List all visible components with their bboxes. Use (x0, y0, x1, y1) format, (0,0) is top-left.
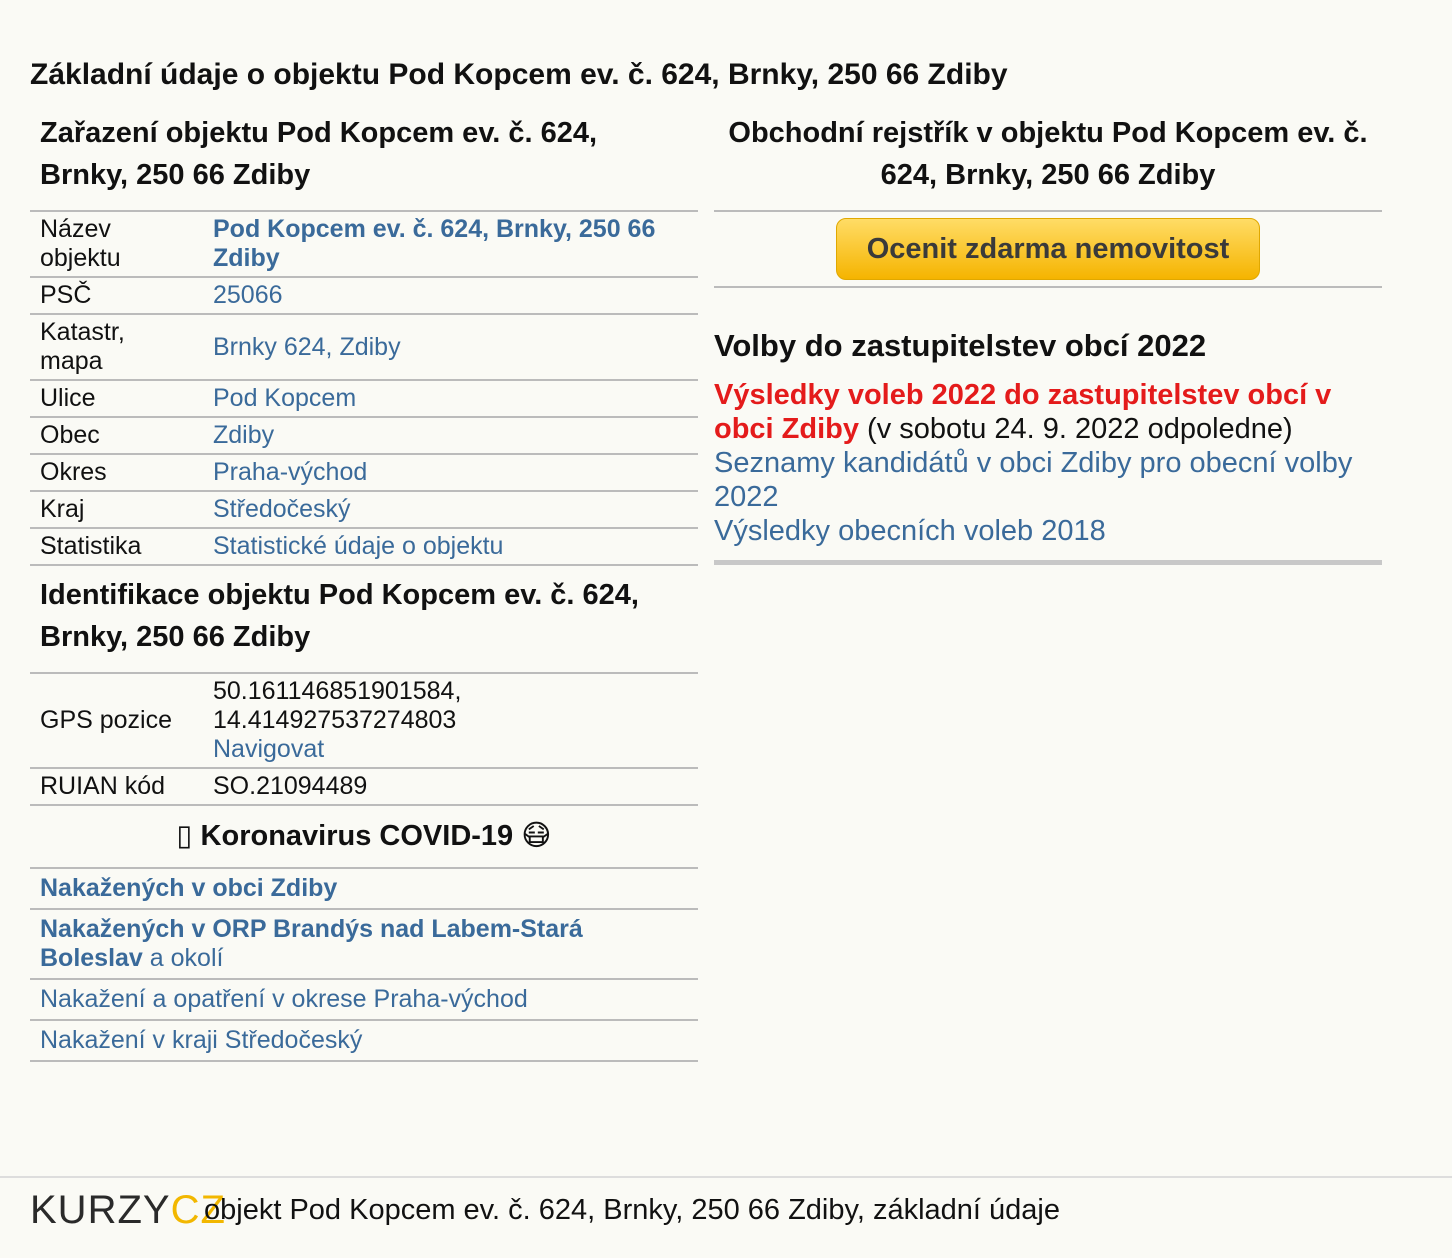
elections-heading: Volby do zastupitelstev obcí 2022 (714, 328, 1207, 363)
identification-heading: Identifikace objektu Pod Kopcem ev. č. 6… (40, 579, 639, 653)
covid-municipality-link[interactable]: Nakažených v obci Zdiby (40, 874, 337, 902)
elections-section: Volby do zastupitelstev obcí 2022 Výsled… (714, 328, 1382, 565)
gps-latitude: 50.161146851901584, (213, 677, 462, 705)
table-row: RUIAN kód SO.21094489 (30, 767, 698, 806)
street-link[interactable]: Pod Kopcem (213, 384, 356, 412)
button-bar: Ocenit zdarma nemovitost (714, 210, 1382, 288)
table-row: PSČ 25066 (30, 276, 698, 314)
table-row: Kraj Středočeský (30, 490, 698, 528)
row-label: Okres (30, 453, 203, 491)
region-link[interactable]: Středočeský (213, 495, 351, 523)
appraise-property-button[interactable]: Ocenit zdarma nemovitost (836, 218, 1260, 280)
list-item: Nakažených v ORP Brandýs nad Labem-Stará… (30, 910, 698, 980)
right-column: Obchodní rejstřík v objektu Pod Kopcem e… (714, 112, 1382, 565)
district-link[interactable]: Praha-východ (213, 458, 367, 486)
covid-heading: ▯ Koronavirus COVID-19 😷 (30, 806, 698, 869)
table-row: Obec Zdiby (30, 416, 698, 454)
covid-orp-link[interactable]: Nakažených v ORP Brandýs nad Labem-Stará… (40, 915, 583, 972)
footer-text: objekt Pod Kopcem ev. č. 624, Brnky, 250… (204, 1194, 1060, 1226)
ruian-label: RUIAN kód (30, 767, 203, 806)
list-item: Nakažených v obci Zdiby (30, 869, 698, 910)
municipality-link[interactable]: Zdiby (213, 421, 274, 449)
table-row: Katastr, mapa Brnky 624, Zdiby (30, 313, 698, 380)
face-mask-icon: 😷 (521, 820, 552, 852)
navigate-link[interactable]: Navigovat (213, 735, 324, 763)
table-row: Okres Praha-východ (30, 453, 698, 491)
table-row: Statistika Statistické údaje o objektu (30, 527, 698, 566)
object-name-link[interactable]: Pod Kopcem ev. č. 624, Brnky, 250 66 Zdi… (213, 215, 655, 272)
placeholder-glyph-icon: ▯ (176, 820, 193, 852)
row-label: Obec (30, 416, 203, 454)
row-label: PSČ (30, 276, 203, 314)
election-results-note: (v sobotu 24. 9. 2022 odpoledne) (859, 413, 1293, 445)
row-label: Ulice (30, 379, 203, 417)
gps-longitude: 14.414927537274803 (213, 706, 457, 734)
covid-region-link[interactable]: Nakažení v kraji Středočeský (40, 1026, 362, 1054)
classification-table: Název objektu Pod Kopcem ev. č. 624, Brn… (30, 210, 698, 566)
classification-heading: Zařazení objektu Pod Kopcem ev. č. 624, … (40, 117, 598, 191)
row-label: Statistika (30, 527, 203, 566)
cadastre-link[interactable]: Brnky 624, Zdiby (213, 333, 401, 361)
list-item: Nakažení a opatření v okrese Praha-výcho… (30, 980, 698, 1021)
election-results-line: Výsledky voleb 2022 do zastupitelstev ob… (714, 378, 1382, 446)
results-2018-link[interactable]: Výsledky obecních voleb 2018 (714, 515, 1106, 547)
register-heading: Obchodní rejstřík v objektu Pod Kopcem e… (728, 117, 1368, 191)
table-row: GPS pozice 50.161146851901584, 14.414927… (30, 672, 698, 768)
row-label: Katastr, mapa (30, 313, 203, 380)
covid-district-link[interactable]: Nakažení a opatření v okrese Praha-výcho… (40, 985, 528, 1013)
left-column: Zařazení objektu Pod Kopcem ev. č. 624, … (30, 112, 698, 1062)
row-label: Název objektu (30, 210, 203, 277)
divider (714, 560, 1382, 565)
logo-main: KURZY (30, 1188, 171, 1232)
page-title: Základní údaje o objektu Pod Kopcem ev. … (30, 58, 1008, 91)
psc-link[interactable]: 25066 (213, 281, 283, 309)
row-label: Kraj (30, 490, 203, 528)
kurzy-logo[interactable]: KURZYCZ (30, 1188, 226, 1233)
gps-label: GPS pozice (30, 672, 203, 768)
table-row: Ulice Pod Kopcem (30, 379, 698, 417)
footer: KURZYCZ objekt Pod Kopcem ev. č. 624, Br… (0, 1176, 1452, 1258)
covid-heading-text: Koronavirus COVID-19 (200, 820, 514, 852)
identification-table: GPS pozice 50.161146851901584, 14.414927… (30, 672, 698, 806)
table-row: Název objektu Pod Kopcem ev. č. 624, Brn… (30, 210, 698, 277)
list-item: Nakažení v kraji Středočeský (30, 1021, 698, 1062)
covid-links: Nakažených v obci Zdiby Nakažených v ORP… (30, 869, 698, 1062)
candidates-link[interactable]: Seznamy kandidátů v obci Zdiby pro obecn… (714, 447, 1352, 513)
ruian-value: SO.21094489 (203, 767, 698, 806)
statistics-link[interactable]: Statistické údaje o objektu (213, 532, 503, 560)
covid-orp-suffix[interactable]: a okolí (143, 944, 224, 972)
